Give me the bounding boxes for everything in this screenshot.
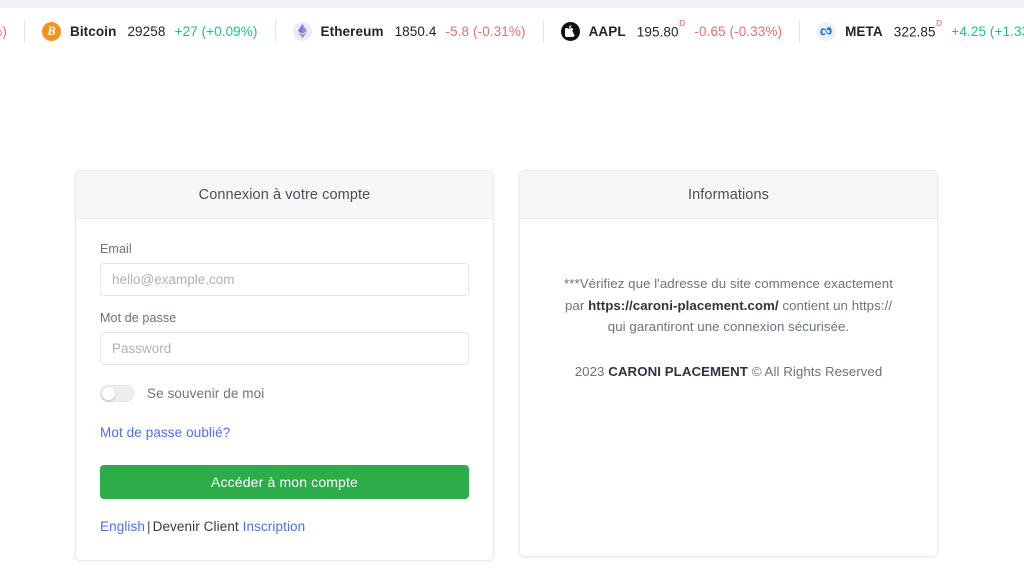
submit-login-button[interactable]: Accéder à mon compte — [100, 465, 469, 499]
apple-icon — [560, 21, 580, 41]
information-card-header: Informations — [520, 171, 937, 219]
copyright-year: 2023 — [574, 363, 605, 379]
ticker-item[interactable]: -0.13%) — [0, 18, 24, 44]
become-client-text: Devenir Client — [152, 519, 239, 534]
forgot-password-link[interactable]: Mot de passe oublié? — [100, 425, 230, 440]
login-card-header: Connexion à votre compte — [76, 171, 493, 219]
ticker-item-meta[interactable]: META 322.85D +4.25 (+1.33%) — [800, 18, 1024, 44]
meta-icon — [817, 21, 837, 41]
login-card: Connexion à votre compte Email Mot de pa… — [75, 170, 494, 561]
ticker-price-marker: D — [679, 18, 686, 29]
page-content: Connexion à votre compte Email Mot de pa… — [0, 54, 1024, 580]
forgot-password-row: Mot de passe oublié? — [100, 424, 469, 442]
remember-me-row: Se souvenir de moi — [100, 385, 469, 402]
ticker-price: 1850.4 — [394, 23, 437, 39]
login-card-title: Connexion à votre compte — [198, 187, 371, 203]
ticker-item-ethereum[interactable]: Ethereum 1850.4 -5.8 (-0.31%) — [276, 18, 543, 44]
copyright-rest: © All Rights Reserved — [751, 363, 883, 379]
copyright-brand: CARONI PLACEMENT — [608, 363, 748, 379]
information-card-title: Informations — [688, 187, 769, 203]
ticker-price: 322.85D — [893, 18, 943, 40]
ticker-price-value: 195.80 — [636, 24, 679, 40]
ticker-item-bitcoin[interactable]: B Bitcoin 29258 +27 (+0.09%) — [25, 18, 275, 44]
ticker-change: -0.65 (-0.33%) — [694, 23, 783, 39]
email-input[interactable] — [100, 263, 469, 296]
ticker-name: META — [845, 23, 883, 39]
ticker-price-marker: D — [936, 18, 943, 29]
security-notice: ***Vérifiez que l'adresse du site commen… — [558, 273, 899, 338]
password-input[interactable] — [100, 332, 469, 365]
password-label: Mot de passe — [100, 311, 177, 325]
remember-me-toggle[interactable] — [100, 385, 134, 402]
footer-separator: | — [146, 519, 151, 534]
ethereum-icon — [292, 21, 312, 41]
email-label: Email — [100, 242, 132, 256]
ticker-price: 195.80D — [636, 18, 686, 40]
login-card-body: Email Mot de passe Se souvenir de moi Mo… — [76, 219, 493, 560]
market-ticker-bar: -0.13%) B Bitcoin 29258 +27 (+0.09%) Eth… — [0, 8, 1024, 54]
bitcoin-icon: B — [41, 21, 61, 41]
copyright-notice: 2023 CARONI PLACEMENT © All Rights Reser… — [558, 364, 899, 379]
ticker-name: Ethereum — [320, 23, 384, 39]
security-notice-domain: https://caroni-placement.com/ — [588, 297, 779, 313]
email-field-group: Email — [100, 242, 469, 296]
ticker-change: -5.8 (-0.31%) — [445, 23, 526, 39]
english-language-link[interactable]: English — [100, 519, 145, 534]
top-band — [0, 0, 1024, 8]
information-card-body: ***Vérifiez que l'adresse du site commen… — [520, 219, 937, 409]
ticker-item-aapl[interactable]: AAPL 195.80D -0.65 (-0.33%) — [544, 18, 800, 44]
toggle-knob — [102, 387, 115, 400]
ticker-change: +27 (+0.09%) — [174, 23, 258, 39]
information-card: Informations ***Vérifiez que l'adresse d… — [519, 170, 938, 557]
password-field-group: Mot de passe — [100, 311, 469, 365]
cards-container: Connexion à votre compte Email Mot de pa… — [0, 54, 1024, 561]
ticker-change: -0.13%) — [0, 23, 7, 39]
remember-me-label: Se souvenir de moi — [147, 386, 265, 401]
ticker-price: 29258 — [127, 23, 166, 39]
ticker-name: AAPL — [588, 23, 626, 39]
signup-link[interactable]: Inscription — [243, 519, 306, 534]
ticker-name: Bitcoin — [69, 23, 117, 39]
ticker-price-value: 322.85 — [893, 24, 936, 40]
login-footer-links: English | Devenir Client Inscription — [100, 519, 469, 534]
ticker-change: +4.25 (+1.33%) — [951, 23, 1024, 39]
ticker-track[interactable]: -0.13%) B Bitcoin 29258 +27 (+0.09%) Eth… — [0, 18, 1024, 44]
